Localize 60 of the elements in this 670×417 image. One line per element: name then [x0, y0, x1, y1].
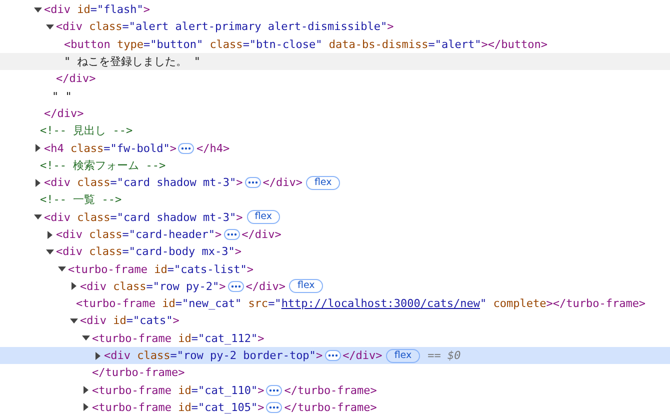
flex-badge[interactable]: flex [289, 279, 323, 294]
closing-tag: </h4> [196, 142, 230, 155]
opening-tag: <button type="button" class="btn-close" data-bs-dismiss="alert"> [64, 38, 488, 51]
dom-node-row[interactable]: <div class="card-body mx-3"> [0, 243, 670, 260]
dom-node-row[interactable]: <!-- 見出し --> [0, 122, 670, 140]
opening-tag: <h4 class="fw-bold"> [44, 142, 176, 155]
url-link[interactable]: http://localhost:3000/cats/new [281, 297, 480, 310]
closing-tag: </div> [242, 228, 282, 241]
opening-tag: <div class="alert alert-primary alert-dismissible"> [56, 20, 394, 34]
closing-tag: </turbo-frame> [284, 400, 377, 414]
dom-node-row[interactable]: <turbo-frame id="new_cat" src="http://localhost:3000/cats/new" complete></turbo-frame> [0, 295, 670, 312]
opening-tag: <div class="row py-2 border-top"> [104, 349, 323, 362]
opening-tag: <div class="card-header"> [56, 228, 222, 241]
dom-node-row[interactable]: <!-- 検索フォーム --> [0, 156, 670, 174]
closing-tag: </div> [246, 280, 286, 293]
closing-tag: </button> [488, 38, 548, 51]
opening-tag: <div class="row py-2"> [80, 280, 226, 293]
opening-tag: <turbo-frame id="cat_110"> [92, 384, 264, 397]
opening-tag: <div id="cats"> [80, 314, 180, 328]
dom-node-row[interactable]: <turbo-frame id="cats-list"> [0, 260, 670, 278]
console-reference: == $0 [428, 349, 461, 362]
opening-tag: <turbo-frame id="cat_112"> [92, 332, 264, 345]
closing-tag: </div> [262, 176, 302, 190]
opening-tag: <div class="card shadow mt-3"> [44, 210, 243, 224]
closing-tag: </div> [56, 72, 96, 86]
dom-node-row[interactable]: " ねこを登録しました。 " [0, 52, 670, 70]
opening-tag: <turbo-frame id="new_cat" src="http://localhost:3000/cats/new" complete> [76, 297, 553, 310]
opening-tag: <div class="card-body mx-3"> [56, 245, 242, 258]
flex-badge[interactable]: flex [306, 176, 340, 190]
dom-node-row[interactable]: <div class="card shadow mt-3"> flex [0, 208, 670, 226]
opening-tag: <turbo-frame id="cat_105"> [92, 400, 264, 414]
html-comment: <!-- 見出し --> [40, 123, 133, 138]
html-comment: <!-- 検索フォーム --> [40, 158, 166, 173]
closing-tag: </div> [44, 106, 84, 120]
closing-tag: </turbo-frame> [552, 297, 646, 310]
dom-node-row[interactable]: <!-- 一覧 --> [0, 191, 670, 209]
html-comment: <!-- 一覧 --> [40, 192, 122, 208]
dom-node-row[interactable]: <div id="cats"> [0, 312, 670, 330]
text-content: " " [52, 90, 72, 103]
dom-node-row[interactable]: <turbo-frame id="cat_110"> </turbo-frame> [0, 382, 670, 399]
closing-tag: </turbo-frame> [92, 366, 185, 380]
opening-tag: <div class="card shadow mt-3"> [44, 176, 243, 190]
dom-node-row[interactable]: <div id="flash"> [0, 1, 670, 18]
flex-badge[interactable]: flex [246, 210, 280, 224]
dom-node-row[interactable]: <div class="card shadow mt-3"> </div> flex [0, 174, 670, 192]
dom-node-row[interactable]: " " [0, 87, 670, 105]
dom-node-row[interactable]: <turbo-frame id="cat_105"> </turbo-frame> [0, 398, 670, 416]
dom-node-row[interactable]: <div class="alert alert-primary alert-dismissible"> [0, 18, 670, 36]
dom-node-row[interactable]: <div class="row py-2 border-top"> </div> flex == $0 [0, 346, 670, 364]
dom-node-row[interactable]: <h4 class="fw-bold"> </h4> [0, 139, 670, 157]
dom-node-row[interactable]: <div class="row py-2"> </div> flex [0, 278, 670, 296]
dom-node-row[interactable]: <button type="button" class="btn-close" data-bs-dismiss="alert"></button> [0, 36, 670, 53]
opening-tag: <div id="flash"> [44, 3, 150, 16]
text-content: " ねこを登録しました。 " [64, 54, 200, 70]
closing-tag: </turbo-frame> [284, 384, 377, 397]
dom-node-row[interactable]: <turbo-frame id="cat_112"> [0, 330, 670, 347]
flex-badge[interactable]: flex [386, 348, 420, 363]
closing-tag: </div> [342, 349, 382, 362]
dom-node-row[interactable]: <div class="card-header"> </div> [0, 226, 670, 244]
opening-tag: <turbo-frame id="cats-list"> [68, 262, 254, 276]
